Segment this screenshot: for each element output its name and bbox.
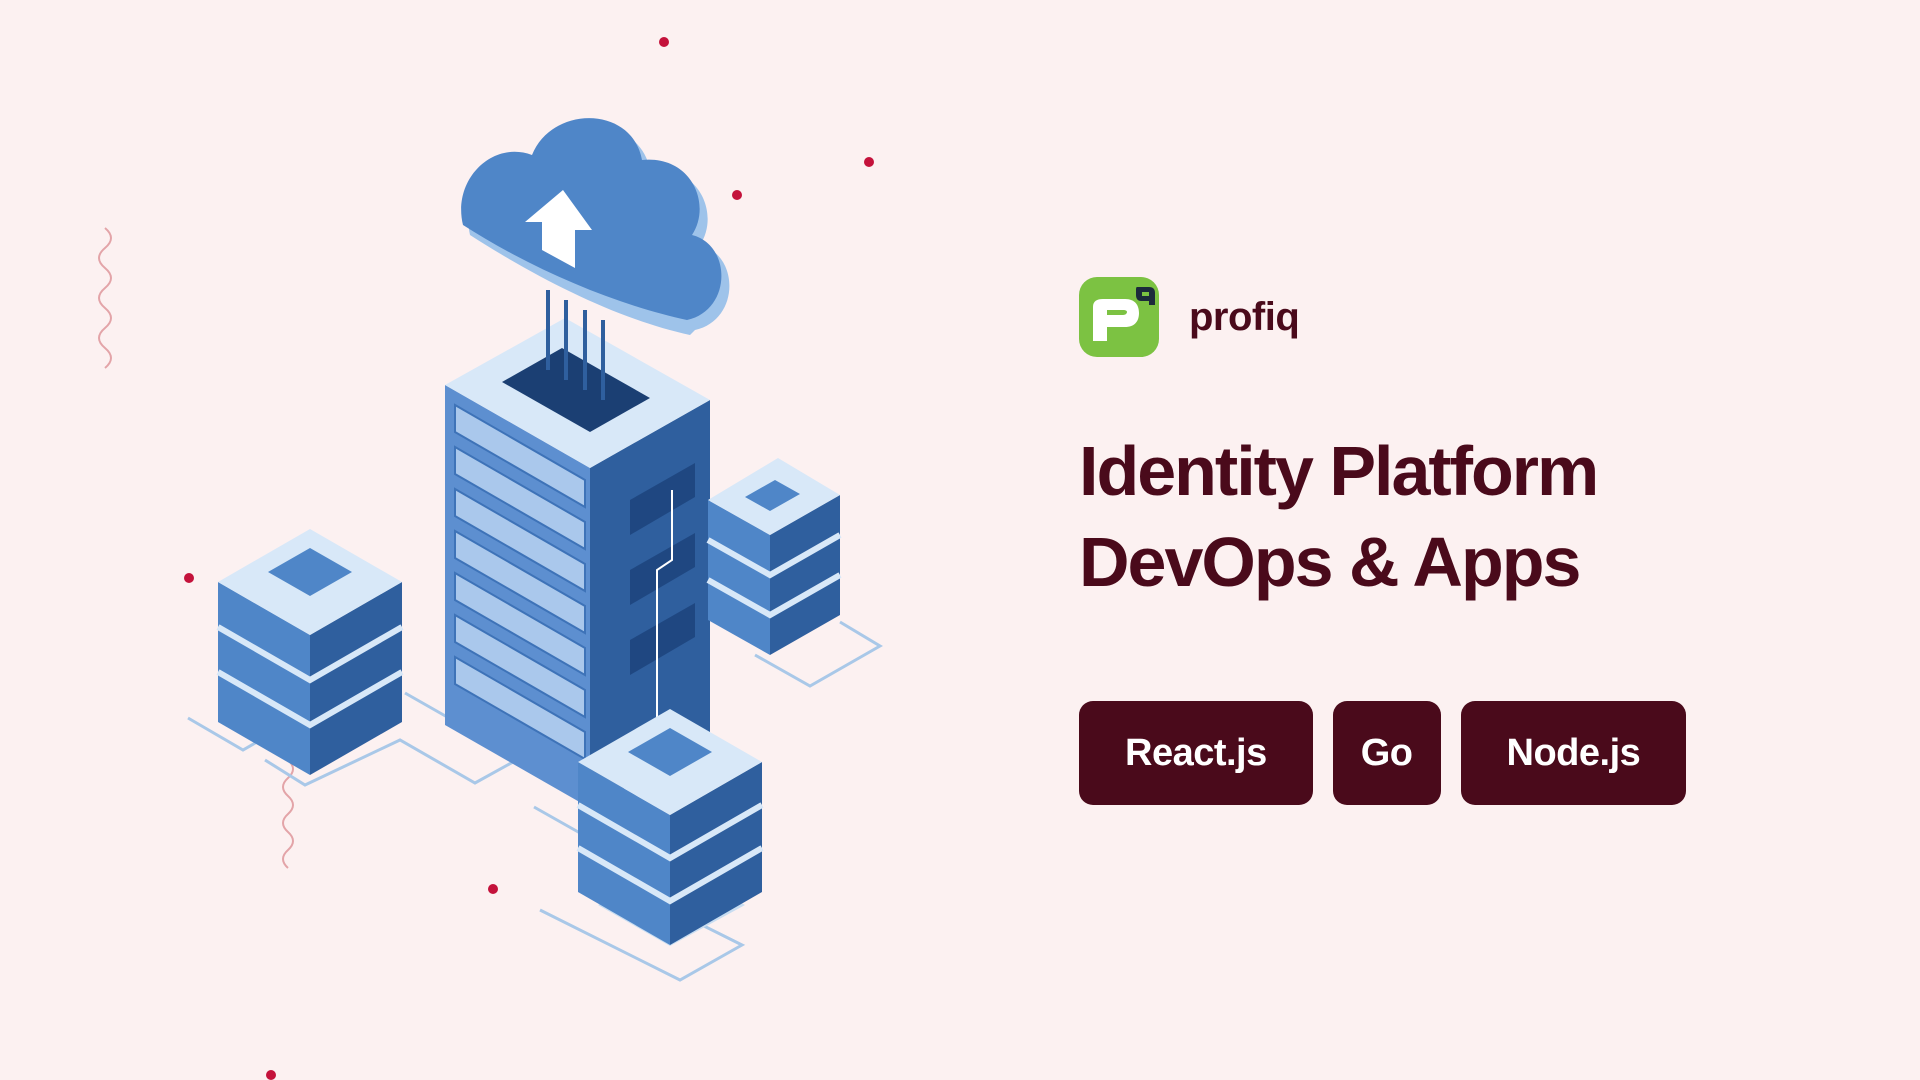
brand: profiq [1079, 276, 1859, 358]
tag-react: React.js [1079, 701, 1313, 805]
squiggle-decoration [98, 227, 112, 369]
brand-name: profiq [1189, 294, 1300, 339]
content-panel: profiq Identity Platform DevOps & Apps R… [1079, 276, 1859, 805]
tech-tags: React.js Go Node.js [1079, 701, 1859, 805]
server-stack-left [216, 529, 404, 775]
headline-line-1: Identity Platform [1079, 432, 1599, 510]
tag-go: Go [1332, 701, 1441, 805]
tag-node: Node.js [1460, 701, 1687, 805]
headline: Identity Platform DevOps & Apps [1079, 426, 1859, 608]
server-stack-right [706, 458, 842, 655]
profiq-logo-icon [1079, 277, 1159, 357]
cloud-server-illustration [98, 37, 883, 1080]
headline-line-2: DevOps & Apps [1079, 523, 1581, 601]
slide: profiq Identity Platform DevOps & Apps R… [0, 0, 1920, 1080]
